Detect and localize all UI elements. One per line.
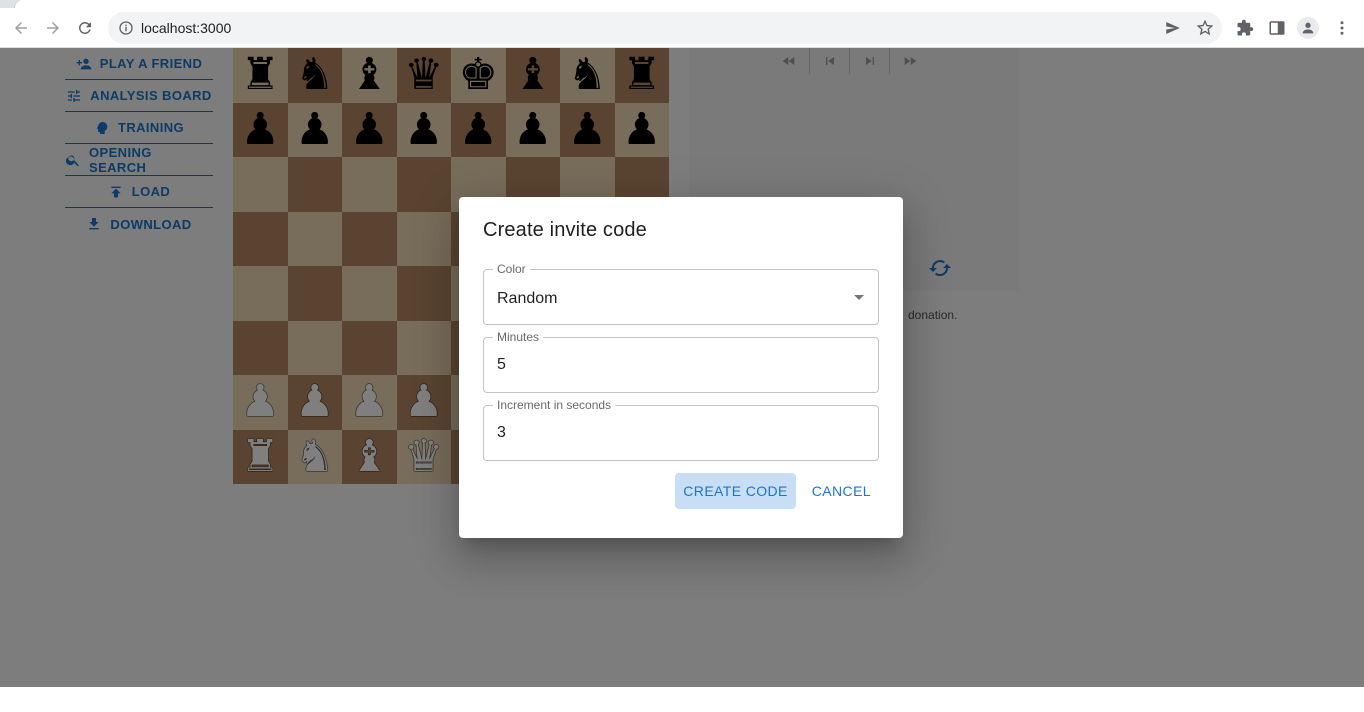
color-label: Color <box>493 261 530 277</box>
cancel-button[interactable]: CANCEL <box>804 473 879 509</box>
dialog-title: Create invite code <box>483 219 647 241</box>
create-code-button[interactable]: CREATE CODE <box>675 473 796 509</box>
browser-toolbar: localhost:3000 <box>0 8 1364 48</box>
minutes-field[interactable]: Minutes <box>483 329 879 393</box>
increment-field[interactable]: Increment in seconds <box>483 397 879 461</box>
active-tab-edge <box>14 0 1364 8</box>
url-text: localhost:3000 <box>141 20 232 36</box>
browser-menu-icon[interactable] <box>1332 18 1352 38</box>
color-select[interactable]: Color Random <box>483 261 879 325</box>
dialog-actions: CREATE CODE CANCEL <box>675 473 879 509</box>
profile-avatar-icon[interactable] <box>1297 17 1319 39</box>
minutes-label: Minutes <box>493 329 544 345</box>
create-invite-dialog: Create invite code Color Random Minutes … <box>459 197 903 538</box>
address-bar[interactable]: localhost:3000 <box>108 12 1222 44</box>
increment-input[interactable] <box>497 424 857 442</box>
tab-strip <box>0 0 1364 8</box>
forward-button[interactable] <box>41 16 65 40</box>
reload-icon <box>78 21 91 34</box>
reload-button[interactable] <box>73 16 97 40</box>
minutes-input[interactable] <box>497 356 857 374</box>
dropdown-arrow-icon[interactable] <box>854 295 864 300</box>
increment-label: Increment in seconds <box>493 397 616 413</box>
side-panel-icon[interactable] <box>1267 18 1287 38</box>
extensions-icon[interactable] <box>1235 18 1255 38</box>
forward-arrow-icon <box>47 22 59 34</box>
color-value: Random <box>497 290 558 307</box>
bookmark-star-icon[interactable] <box>1196 19 1214 37</box>
back-button[interactable] <box>9 16 33 40</box>
back-arrow-icon <box>15 22 27 34</box>
site-info-icon[interactable] <box>118 20 134 36</box>
bottom-strip <box>0 687 1364 712</box>
send-icon[interactable] <box>1164 19 1182 37</box>
